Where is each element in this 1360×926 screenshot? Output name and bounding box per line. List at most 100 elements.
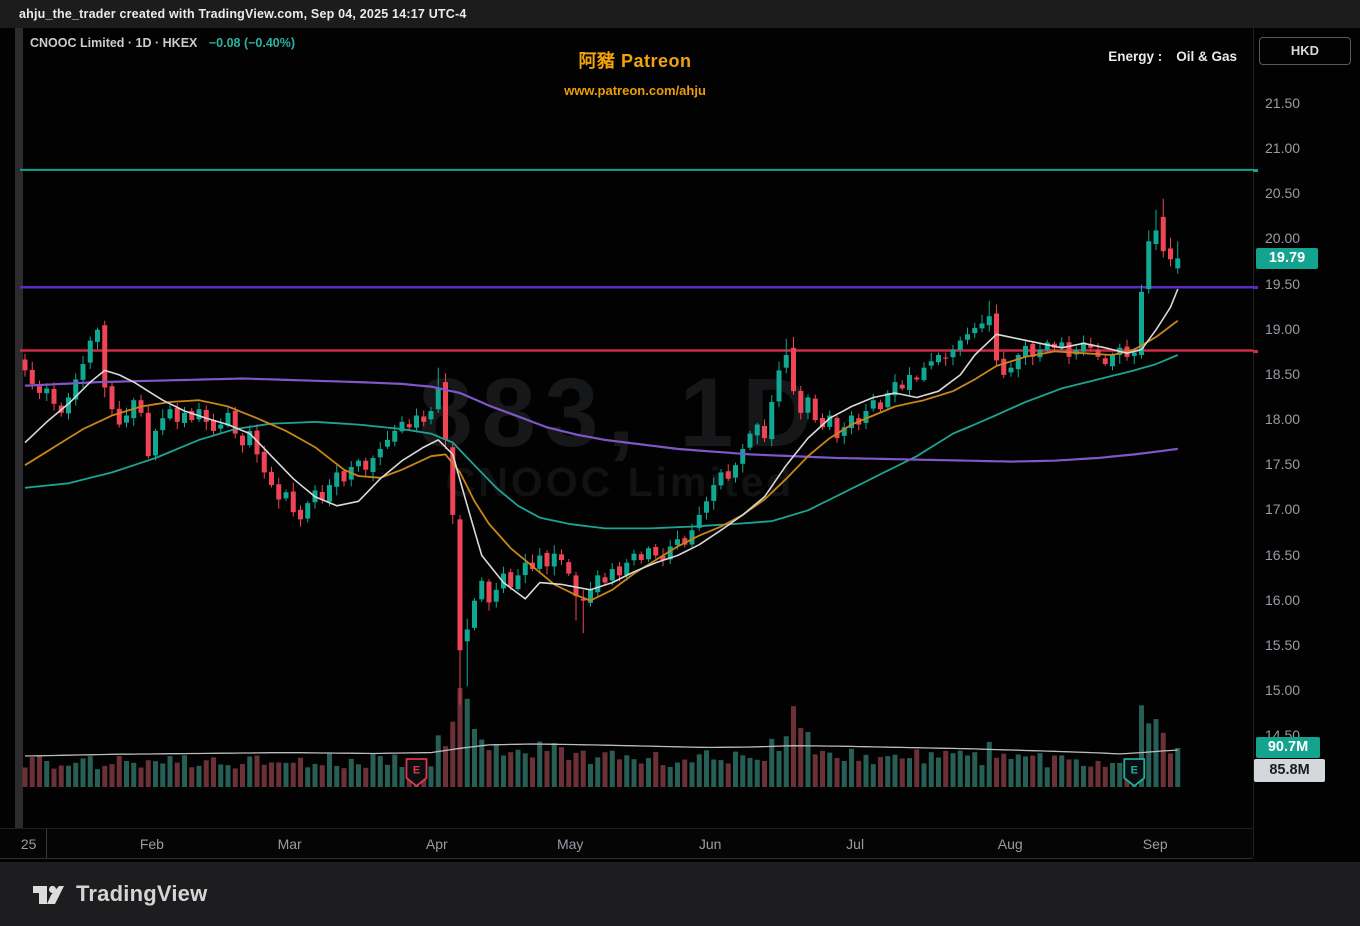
price-scale-separator [1253, 28, 1254, 857]
candle-body [160, 418, 165, 430]
price-tick-label: 17.50 [1265, 456, 1300, 472]
volume-bar [487, 750, 492, 787]
price-tick-label: 17.00 [1265, 501, 1300, 517]
level-axis-tick [1253, 169, 1258, 172]
volume-bar [1161, 733, 1166, 787]
volume-bar [1081, 766, 1086, 787]
volume-bar [1103, 767, 1108, 787]
volume-bar [443, 746, 448, 787]
candle-body [414, 416, 419, 428]
volume-bar [88, 756, 93, 787]
attribution-text: ahju_the_trader created with TradingView… [0, 0, 467, 29]
volume-bar [276, 762, 281, 787]
volume-bar [951, 753, 956, 787]
candle-body [726, 471, 731, 478]
time-tick-label: Feb [130, 836, 174, 852]
volume-bar [269, 762, 274, 787]
time-tick-label: Mar [268, 836, 312, 852]
volume-bar [516, 750, 521, 787]
volume-bar [849, 749, 854, 787]
volume-bar [110, 764, 115, 787]
symbol-legend[interactable]: CNOOC Limited · 1D · HKEX −0.08 (−0.40%) [30, 36, 295, 50]
time-tick-label: Jul [833, 836, 877, 852]
volume-bar [1168, 753, 1173, 787]
candle-body [378, 449, 383, 457]
volume-bar [617, 759, 622, 787]
volume-bar [632, 759, 637, 787]
currency-button[interactable]: HKD [1259, 37, 1351, 65]
volume-bar [690, 762, 695, 787]
candle-body [965, 334, 970, 339]
candle-body [574, 575, 579, 596]
volume-bar [646, 758, 651, 787]
volume-bar [385, 765, 390, 787]
candle-body [566, 562, 571, 573]
volume-bar [501, 756, 506, 787]
candle-body [972, 328, 977, 333]
volume-bar [146, 760, 151, 787]
candle-body [327, 485, 332, 502]
candle-body [958, 341, 963, 350]
volume-bar [965, 755, 970, 787]
volume-bar [1052, 755, 1057, 787]
volume-bar [479, 740, 484, 787]
volume-bar [30, 757, 35, 787]
volume-bar [610, 751, 615, 787]
candle-body [1175, 258, 1180, 268]
time-tick-label: Aug [988, 836, 1032, 852]
candle-body [52, 389, 57, 404]
volume-bar [791, 706, 796, 787]
candle-body [646, 548, 651, 559]
volume-bar [59, 766, 64, 787]
volume-bar [284, 763, 289, 787]
volume-bar [603, 752, 608, 787]
candle-body [922, 368, 927, 380]
candle-body [182, 413, 187, 423]
volume-bar [298, 758, 303, 787]
volume-bar [704, 750, 709, 787]
candle-body [240, 436, 245, 446]
tradingview-brand[interactable]: TradingView [30, 876, 207, 912]
candle-body [914, 378, 919, 380]
volume-bar [1059, 755, 1064, 787]
candle-body [1059, 342, 1064, 347]
last-price-badge: 19.79 [1256, 248, 1318, 269]
volume-ma-badge: 85.8M [1254, 759, 1325, 782]
candle-body [951, 350, 956, 358]
volume-bar [755, 760, 760, 787]
sector-label: Energy : [1108, 49, 1162, 64]
volume-bar [530, 757, 535, 787]
volume-bar [980, 765, 985, 787]
volume-bar [987, 742, 992, 787]
price-chart-canvas[interactable]: 883, 1DCNOOC LimitedEE [0, 28, 1253, 828]
volume-bar [972, 752, 977, 787]
volume-bar [748, 758, 753, 787]
volume-bar [842, 761, 847, 787]
candle-body [806, 397, 811, 412]
volume-bar [726, 763, 731, 787]
candle-body [733, 465, 738, 477]
volume-bar [1009, 759, 1014, 787]
candle-body [1103, 358, 1108, 364]
volume-bar [139, 768, 144, 787]
candle-body [748, 434, 753, 448]
candle-body [537, 556, 542, 569]
candle-body [653, 547, 658, 556]
volume-bar [175, 763, 180, 787]
candle-body [407, 424, 412, 427]
candle-body [595, 575, 600, 592]
candle-body [980, 323, 985, 328]
volume-bar [204, 760, 209, 787]
candle-body [777, 370, 782, 401]
candle-body [784, 355, 789, 368]
volume-bar [733, 752, 738, 787]
time-scale[interactable]: 25FebMarAprMayJunJulAugSep [0, 828, 1253, 859]
candle-body [102, 325, 107, 387]
volume-bar [1030, 756, 1035, 787]
volume-bar [81, 758, 86, 787]
volume-bar [653, 752, 658, 787]
candle-body [755, 425, 760, 436]
volume-bar [900, 758, 905, 787]
volume-bar [574, 753, 579, 787]
volume-bar [827, 753, 832, 787]
